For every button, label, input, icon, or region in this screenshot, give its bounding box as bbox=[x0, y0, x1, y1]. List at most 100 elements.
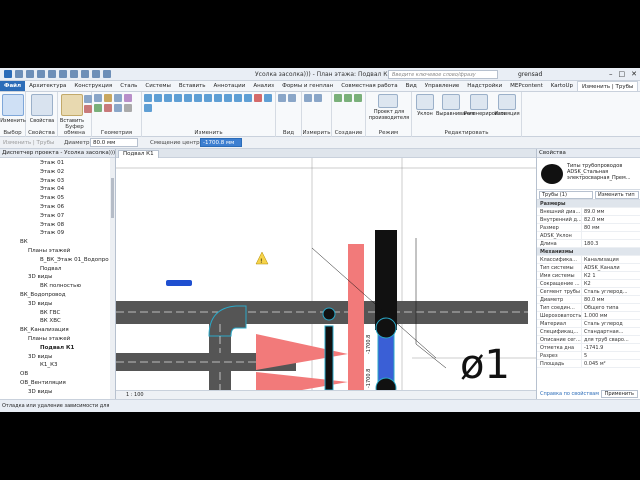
tab-structure[interactable]: Конструкция bbox=[70, 81, 116, 91]
print-icon[interactable] bbox=[59, 70, 67, 78]
browser-node[interactable]: Этаж 03 bbox=[40, 178, 64, 184]
property-value[interactable]: Стандартная... bbox=[581, 328, 640, 335]
property-row[interactable]: Тип системы ADSK_Канали bbox=[537, 264, 640, 272]
browser-scrollbar[interactable] bbox=[110, 158, 115, 399]
property-row[interactable]: Спецификац... Стандартная... bbox=[537, 328, 640, 336]
property-section[interactable]: Размеры bbox=[537, 200, 640, 208]
browser-node[interactable]: 3D виды bbox=[28, 301, 52, 307]
array-icon[interactable] bbox=[234, 94, 242, 102]
offset-input[interactable]: -1700.8 мм bbox=[200, 138, 242, 147]
align-icon[interactable] bbox=[144, 94, 152, 102]
property-row[interactable]: Внешний диа... 89.0 мм bbox=[537, 208, 640, 216]
edit-type-button[interactable]: Изменить тип bbox=[595, 191, 639, 199]
browser-node[interactable]: Этаж 04 bbox=[40, 186, 64, 192]
tab-massing[interactable]: Формы и генплан bbox=[278, 81, 337, 91]
cope-icon[interactable] bbox=[94, 94, 102, 102]
browser-node[interactable]: Подвал К1 bbox=[40, 345, 74, 351]
revit-logo-icon[interactable] bbox=[4, 70, 12, 78]
property-value[interactable]: Канализация bbox=[581, 256, 640, 263]
property-row[interactable]: Площадь 0.045 м² bbox=[537, 360, 640, 368]
unpin-icon[interactable] bbox=[144, 104, 152, 112]
section-icon[interactable] bbox=[103, 70, 111, 78]
browser-node[interactable]: ВК_Водопровод bbox=[20, 292, 66, 298]
justify-icon[interactable] bbox=[442, 94, 460, 110]
browser-node[interactable]: 3D виды bbox=[28, 389, 52, 395]
split-face-icon[interactable] bbox=[94, 104, 102, 112]
browser-node[interactable]: Подвал bbox=[40, 266, 61, 272]
browser-node[interactable]: Планы этажей bbox=[28, 248, 70, 254]
property-value[interactable]: Сталь углерод bbox=[581, 320, 640, 327]
override-icon[interactable] bbox=[288, 94, 296, 102]
browser-node[interactable]: ВК bbox=[20, 239, 28, 245]
property-row[interactable]: Сокращение ... К2 bbox=[537, 280, 640, 288]
undo-icon[interactable] bbox=[37, 70, 45, 78]
search-input[interactable]: Введите ключевое слово/фразу bbox=[388, 70, 498, 79]
plan-drawing[interactable]: ! -1700.8 -1700.8 ø1 bbox=[116, 158, 536, 390]
property-row[interactable]: Внутренний д... 82.0 мм bbox=[537, 216, 640, 224]
scale-icon[interactable] bbox=[244, 94, 252, 102]
copy-icon[interactable] bbox=[84, 95, 92, 103]
join-icon[interactable] bbox=[114, 94, 122, 102]
type-selector[interactable]: Типы трубопроводов ADSK_Стальная электро… bbox=[537, 158, 640, 190]
property-row[interactable]: Размер 80 мм bbox=[537, 224, 640, 232]
property-row[interactable]: Классифика... Канализация bbox=[537, 256, 640, 264]
tab-annotate[interactable]: Аннотации bbox=[210, 81, 250, 91]
property-row[interactable]: Описание сег... для труб сваро... bbox=[537, 336, 640, 344]
browser-node[interactable]: К1_К3 bbox=[40, 362, 58, 368]
browser-node[interactable]: 3D виды bbox=[28, 274, 52, 280]
unjoin-icon[interactable] bbox=[124, 104, 132, 112]
browser-node[interactable]: Этаж 02 bbox=[40, 169, 64, 175]
properties-help-link[interactable]: Справка по свойствам bbox=[540, 391, 599, 397]
property-row[interactable]: Отметка дна -1741.9 bbox=[537, 344, 640, 352]
property-value[interactable]: 180.3 bbox=[581, 240, 640, 247]
maximize-button[interactable]: □ bbox=[619, 70, 626, 78]
trim-icon[interactable] bbox=[214, 94, 222, 102]
browser-node[interactable]: ВК ХВС bbox=[40, 318, 61, 324]
tab-architecture[interactable]: Архитектура bbox=[25, 81, 70, 91]
browser-node[interactable]: ВК ГВС bbox=[40, 310, 60, 316]
regenerate-icon[interactable] bbox=[470, 94, 488, 110]
create-group-icon[interactable] bbox=[344, 94, 352, 102]
browser-node[interactable]: ВК полностью bbox=[40, 283, 81, 289]
mirror-draw-icon[interactable] bbox=[174, 94, 182, 102]
rotate-icon[interactable] bbox=[204, 94, 212, 102]
property-row[interactable]: Шероховатость 1.000 мм bbox=[537, 312, 640, 320]
property-row[interactable]: Разрез 5 bbox=[537, 352, 640, 360]
user-name[interactable]: grensad bbox=[518, 71, 542, 78]
tab-kartoup[interactable]: KartoUp bbox=[547, 81, 577, 91]
property-row[interactable]: Имя системы К2 1 bbox=[537, 272, 640, 280]
property-value[interactable]: 5 bbox=[581, 352, 640, 359]
diameter-input[interactable]: 80.0 мм bbox=[90, 138, 138, 147]
apply-button[interactable]: Применить bbox=[600, 390, 638, 398]
tab-file[interactable]: Файл bbox=[0, 81, 26, 91]
3d-view-icon[interactable] bbox=[92, 70, 100, 78]
scrollbar-thumb[interactable] bbox=[111, 178, 114, 218]
copy-element-icon[interactable] bbox=[194, 94, 202, 102]
tab-analyze[interactable]: Анализ bbox=[249, 81, 278, 91]
measure-tool-icon[interactable] bbox=[304, 94, 312, 102]
browser-node[interactable]: 3D виды bbox=[28, 354, 52, 360]
redo-icon[interactable] bbox=[48, 70, 56, 78]
property-row[interactable]: Длина 180.3 bbox=[537, 240, 640, 248]
browser-node[interactable]: Этаж 07 bbox=[40, 213, 64, 219]
property-value[interactable]: 82.0 мм bbox=[581, 216, 640, 223]
slope-icon[interactable] bbox=[416, 94, 434, 110]
property-value[interactable]: 1.000 мм bbox=[581, 312, 640, 319]
tab-insert[interactable]: Вставить bbox=[175, 81, 210, 91]
property-value[interactable] bbox=[581, 232, 640, 239]
delete-icon[interactable] bbox=[254, 94, 262, 102]
property-value[interactable]: -1741.9 bbox=[581, 344, 640, 351]
tab-systems[interactable]: Системы bbox=[141, 81, 175, 91]
tab-steel[interactable]: Сталь bbox=[116, 81, 141, 91]
property-row[interactable]: Материал Сталь углерод bbox=[537, 320, 640, 328]
tab-collaborate[interactable]: Совместная работа bbox=[337, 81, 401, 91]
open-icon[interactable] bbox=[15, 70, 23, 78]
paste-icon[interactable] bbox=[61, 94, 83, 116]
property-value[interactable]: 80 мм bbox=[581, 224, 640, 231]
property-value[interactable]: 0.045 м² bbox=[581, 360, 640, 367]
view-tab-basement-k1[interactable]: Подвал К1 bbox=[118, 150, 159, 158]
paint-icon[interactable] bbox=[104, 104, 112, 112]
browser-node[interactable]: Этаж 05 bbox=[40, 195, 64, 201]
property-row[interactable]: ADSK_Уклон bbox=[537, 232, 640, 240]
browser-node[interactable]: Этаж 09 bbox=[40, 230, 64, 236]
